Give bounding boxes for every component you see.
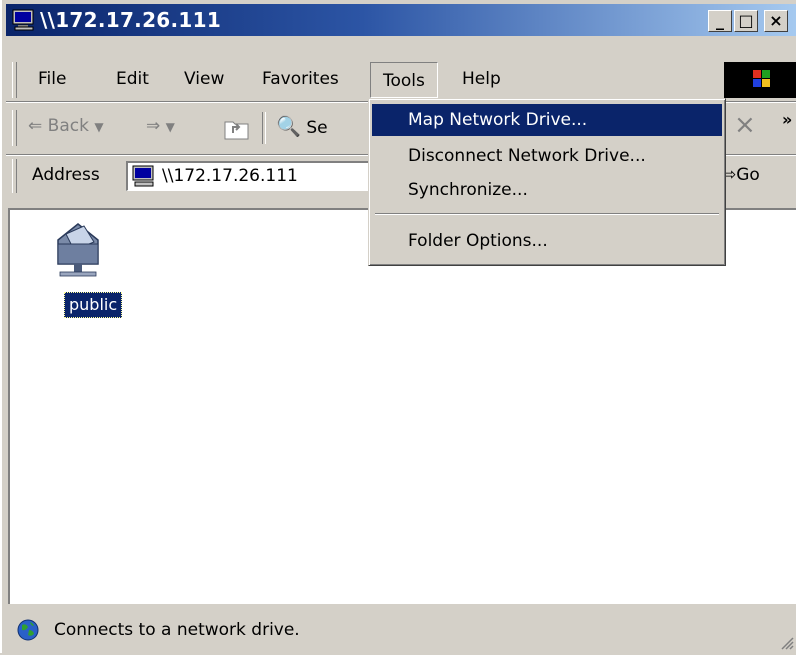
forward-dropdown-icon: ▼	[165, 120, 175, 134]
toolbar-grip[interactable]	[12, 110, 17, 146]
up-folder-icon	[224, 121, 249, 140]
menu-separator	[375, 213, 719, 215]
menu-tools[interactable]: Tools	[370, 62, 438, 98]
menu-favorites[interactable]: Favorites	[250, 60, 351, 98]
title-bar[interactable]: \\172.17.26.111 _ □ ×	[6, 4, 796, 36]
menu-synchronize[interactable]: Synchronize...	[372, 174, 722, 206]
delete-icon[interactable]: ×	[734, 110, 756, 140]
tools-menu-dropdown: Map Network Drive... Disconnect Network …	[368, 98, 726, 266]
forward-button[interactable]: ⇒ ▼	[146, 116, 175, 136]
windows-logo-throbber	[724, 62, 796, 98]
window-title: \\172.17.26.111	[40, 8, 222, 32]
address-label: Address	[32, 165, 100, 185]
resize-grip[interactable]	[780, 635, 794, 650]
explorer-window: \\172.17.26.111 _ □ × File Edit View Fav…	[0, 0, 796, 653]
addressbar-grip[interactable]	[12, 159, 17, 193]
menu-edit[interactable]: Edit	[104, 60, 161, 98]
go-label: Go	[736, 165, 760, 185]
status-text: Connects to a network drive.	[54, 620, 300, 640]
search-label: Se	[306, 118, 328, 138]
back-dropdown-icon: ▼	[94, 120, 104, 134]
maximize-button[interactable]: □	[734, 10, 758, 32]
computer-icon	[12, 9, 36, 36]
toolbar-separator	[262, 112, 266, 144]
close-button[interactable]: ×	[764, 10, 788, 32]
menu-map-network-drive[interactable]: Map Network Drive...	[372, 104, 722, 136]
menu-disconnect-network-drive[interactable]: Disconnect Network Drive...	[372, 140, 722, 172]
search-icon: 🔍	[276, 114, 301, 138]
search-button[interactable]: 🔍 Se	[276, 114, 328, 138]
toolbar-chevron[interactable]: »	[782, 110, 792, 129]
menubar-grip[interactable]	[12, 62, 17, 98]
folder-label-public[interactable]: public	[64, 292, 123, 318]
menu-view[interactable]: View	[172, 60, 236, 98]
menu-folder-options[interactable]: Folder Options...	[372, 225, 722, 257]
menu-file[interactable]: File	[26, 60, 78, 98]
forward-arrow-icon: ⇒	[146, 116, 161, 136]
address-value: \\172.17.26.111	[162, 166, 298, 186]
status-bar: Connects to a network drive.	[8, 608, 796, 653]
globe-icon	[16, 618, 40, 647]
back-label: Back	[47, 116, 89, 136]
back-arrow-icon: ⇐	[28, 116, 43, 136]
go-button[interactable]: ⇨Go	[722, 165, 760, 185]
shared-folder-icon[interactable]	[54, 220, 102, 289]
address-input[interactable]: \\172.17.26.111	[126, 161, 386, 191]
computer-icon	[132, 165, 156, 192]
minimize-button[interactable]: _	[708, 10, 732, 32]
up-folder-button[interactable]	[224, 118, 250, 145]
back-button[interactable]: ⇐ Back ▼	[28, 116, 104, 136]
folder-view[interactable]: public	[8, 208, 796, 604]
menu-help[interactable]: Help	[450, 60, 513, 98]
menu-bar: File Edit View Favorites Tools Help	[6, 60, 796, 100]
